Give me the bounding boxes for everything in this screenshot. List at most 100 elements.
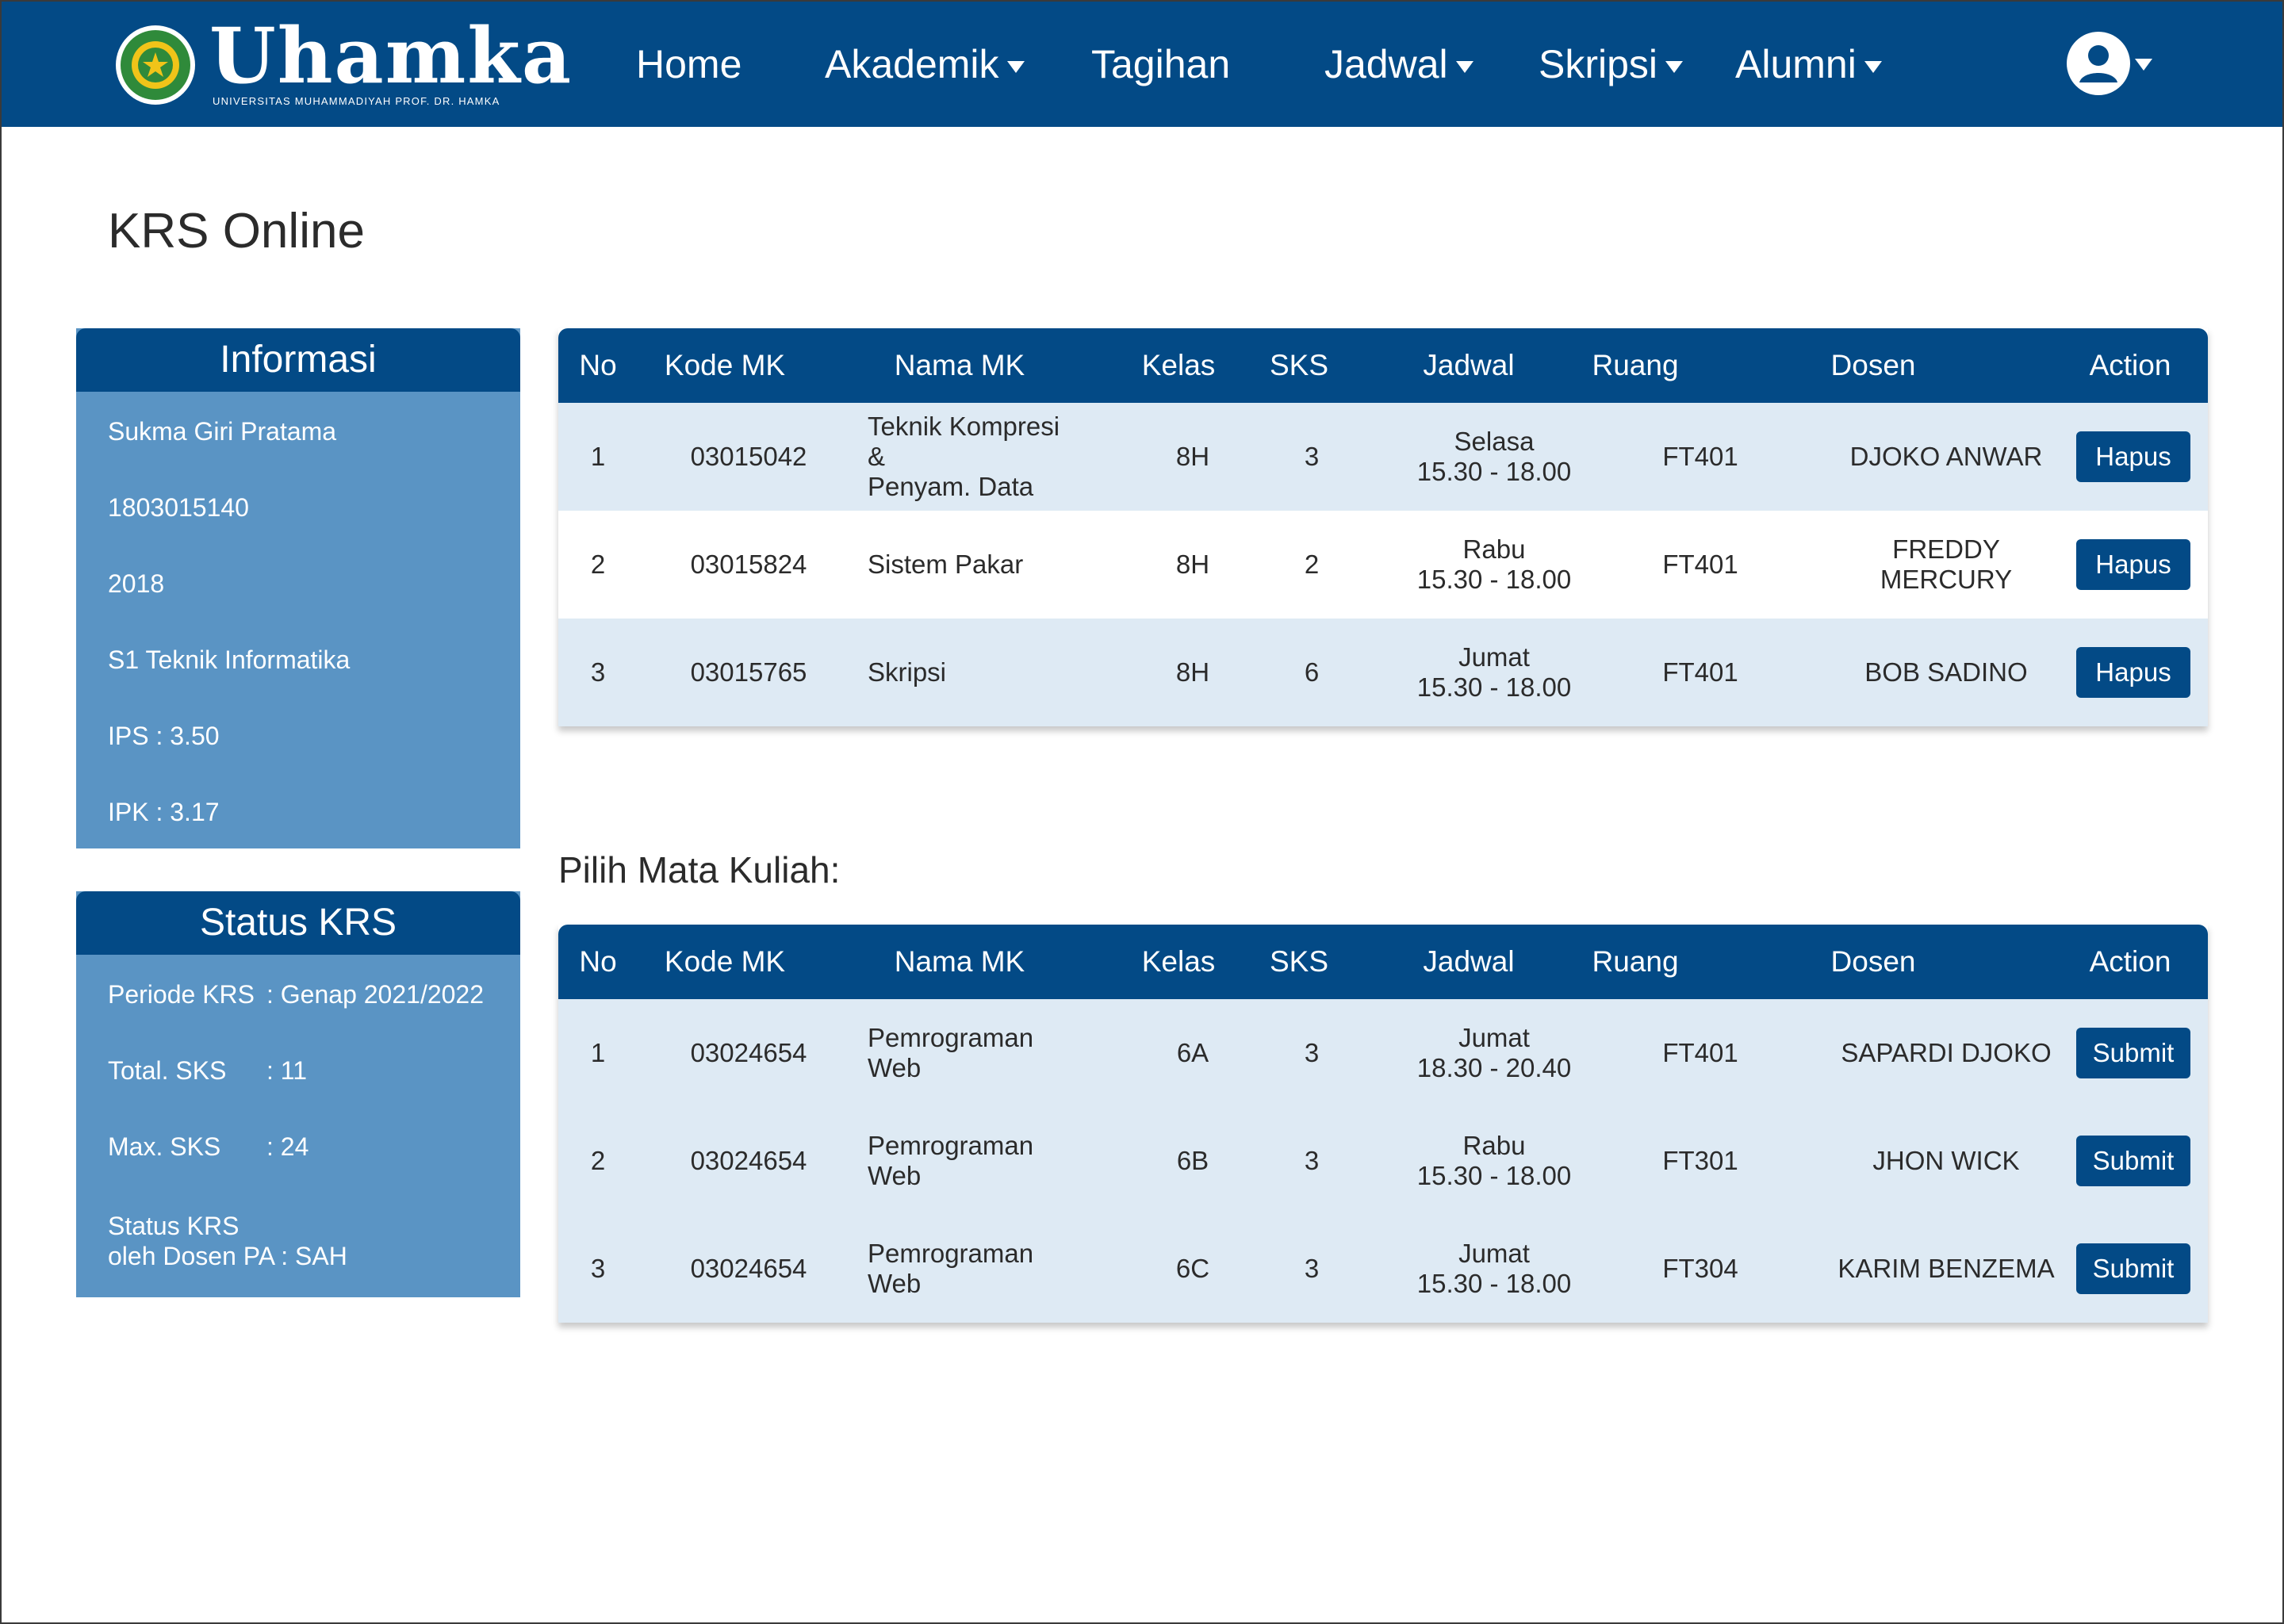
nav-jadwal[interactable]: Jadwal xyxy=(1324,36,1473,92)
cell-kelas-line: 6B xyxy=(1176,1146,1209,1175)
cell-nama-mk-line: Pemrograman Web xyxy=(868,1239,1034,1298)
student-ips: IPS : 3.50 xyxy=(108,722,220,750)
col-action-header: Action xyxy=(2089,349,2171,381)
col-sks-header: SKS xyxy=(1269,945,1329,978)
cell-no: 1 xyxy=(558,403,638,511)
cell-no-line: 1 xyxy=(590,1038,606,1067)
cell-jadwal-line: Jumat xyxy=(1458,1239,1530,1268)
chevron-down-icon xyxy=(1665,61,1684,74)
submit-button[interactable]: Submit xyxy=(2076,1136,2190,1186)
cell-sks: 3 xyxy=(1256,999,1367,1107)
table-header: No Kode MK Nama MK Kelas SKS Jadwal Ruang Dosen… xyxy=(558,328,2208,403)
col-action-header: Action xyxy=(2089,945,2171,978)
cell-kelas-line: 8H xyxy=(1175,442,1210,471)
cell-kelas: 8H xyxy=(1137,403,1248,511)
cell-ruang-line: FT304 xyxy=(1662,1254,1738,1283)
periode-value: : Genap 2021/2022 xyxy=(266,980,485,1009)
cell-kode-mk-line: 03024654 xyxy=(690,1146,807,1175)
cell-ruang-line: FT401 xyxy=(1662,550,1738,579)
cell-no-line: 2 xyxy=(590,550,606,579)
col-kode-header: Kode MK xyxy=(664,945,786,978)
cell-jadwal: Jumat 15.30 - 18.00 xyxy=(1375,1215,1613,1323)
cell-no-line: 3 xyxy=(590,657,606,687)
cell-dosen-line: BOB SADINO xyxy=(1864,657,2028,687)
col-dosen-header: Dosen xyxy=(1830,349,1916,381)
chevron-down-icon xyxy=(1864,61,1882,74)
cell-kelas: 6B xyxy=(1137,1107,1248,1215)
nav-home[interactable]: Home xyxy=(636,36,742,92)
registered-courses-table: No Kode MK Nama MK Kelas SKS Jadwal Ruang Dosen… xyxy=(558,328,2208,726)
cell-jadwal: Rabu 15.30 - 18.00 xyxy=(1375,1107,1613,1215)
cell-sks: 6 xyxy=(1256,619,1367,726)
cell-sks-line: 3 xyxy=(1304,1038,1320,1067)
cell-sks: 2 xyxy=(1256,511,1367,619)
cell-jadwal: Selasa 15.30 - 18.00 xyxy=(1375,403,1613,511)
cell-sks-line: 2 xyxy=(1304,550,1320,579)
status-pa-line2: oleh Dosen PA : SAH xyxy=(108,1242,347,1270)
cell-sks: 3 xyxy=(1256,1215,1367,1323)
nav-jadwal-label: Jadwal xyxy=(1324,42,1448,86)
logo-subtitle: UNIVERSITAS MUHAMMADIYAH PROF. DR. HAMKA xyxy=(213,95,500,107)
hapus-button[interactable]: Hapus xyxy=(2076,647,2190,698)
info-panel: Informasi Sukma Giri Pratama 1803015140 … xyxy=(76,328,520,848)
cell-kode-mk-line: 03015765 xyxy=(690,657,807,687)
cell-nama-mk-line: Skripsi xyxy=(868,657,947,687)
choose-course-title: Pilih Mata Kuliah: xyxy=(558,849,841,891)
nav-skripsi[interactable]: Skripsi xyxy=(1539,36,1684,92)
cell-ruang-line: FT401 xyxy=(1662,657,1738,687)
col-sks-header: SKS xyxy=(1269,349,1329,381)
table-row: 3 03024654 Pemrograman Web 6C 3 Jumat 15.30 - … xyxy=(558,1215,2208,1323)
chevron-down-icon xyxy=(1455,61,1473,74)
cell-sks-line: 6 xyxy=(1304,657,1320,687)
cell-kode-mk: 03024654 xyxy=(653,999,844,1107)
nav-alumni-label: Alumni xyxy=(1735,42,1857,86)
submit-button[interactable]: Submit xyxy=(2076,1243,2190,1294)
cell-jadwal-line: 15.30 - 18.00 xyxy=(1416,565,1572,594)
hapus-button[interactable]: Hapus xyxy=(2076,539,2190,590)
cell-no-line: 1 xyxy=(590,442,606,471)
cell-nama-mk-line: Pemrograman Web xyxy=(868,1023,1034,1082)
cell-jadwal: Jumat 18.30 - 20.40 xyxy=(1375,999,1613,1107)
cell-dosen-line: MERCURY xyxy=(1880,565,2013,594)
cell-nama-mk: Teknik Kompresi & Penyam. Data xyxy=(868,403,1082,511)
col-jadwal-header: Jadwal xyxy=(1423,349,1515,381)
col-ruang-header: Ruang xyxy=(1592,349,1679,381)
cell-jadwal-line: 15.30 - 18.00 xyxy=(1416,1161,1572,1190)
student-nim: 1803015140 xyxy=(108,493,249,522)
cell-sks-line: 3 xyxy=(1304,1146,1320,1175)
chevron-down-icon xyxy=(1006,61,1025,74)
cell-jadwal-line: Rabu xyxy=(1462,534,1526,564)
submit-button[interactable]: Submit xyxy=(2076,1028,2190,1078)
cell-no-line: 2 xyxy=(590,1146,606,1175)
table-row: 1 03024654 Pemrograman Web 6A 3 Jumat 18.30 - … xyxy=(558,999,2208,1107)
nav-akademik-label: Akademik xyxy=(825,42,999,86)
user-menu-chevron-icon[interactable] xyxy=(2135,59,2152,71)
cell-no: 1 xyxy=(558,999,638,1107)
cell-sks-line: 3 xyxy=(1304,1254,1320,1283)
col-nama-header: Nama MK xyxy=(894,349,1025,381)
total-sks-value: : 11 xyxy=(266,1056,307,1085)
cell-jadwal-line: Jumat xyxy=(1458,642,1530,672)
student-ipk: IPK : 3.17 xyxy=(108,798,220,826)
cell-jadwal-line: Jumat xyxy=(1458,1023,1530,1052)
col-kode-header: Kode MK xyxy=(664,349,786,381)
cell-kelas-line: 6A xyxy=(1176,1038,1209,1067)
cell-kelas: 6C xyxy=(1137,1215,1248,1323)
cell-kelas-line: 8H xyxy=(1175,550,1210,579)
cell-nama-mk-line: Teknik Kompresi & xyxy=(868,412,1060,471)
cell-ruang-line: FT301 xyxy=(1662,1146,1738,1175)
cell-jadwal-line: 15.30 - 18.00 xyxy=(1416,672,1572,702)
nav-alumni[interactable]: Alumni xyxy=(1735,36,1882,92)
user-circle-icon[interactable] xyxy=(2067,32,2130,95)
cell-jadwal-line: Rabu xyxy=(1462,1131,1526,1160)
cell-nama-mk: Sistem Pakar xyxy=(868,511,1082,619)
periode-key: Periode KRS xyxy=(108,980,255,1009)
table-row: 2 03015824 Sistem Pakar 8H 2 Rabu 15.30 - 18.0… xyxy=(558,511,2208,619)
nav-tagihan[interactable]: Tagihan xyxy=(1091,36,1230,92)
cell-no: 2 xyxy=(558,1107,638,1215)
cell-kode-mk: 03015765 xyxy=(653,619,844,726)
nav-akademik[interactable]: Akademik xyxy=(825,36,1025,92)
hapus-button[interactable]: Hapus xyxy=(2076,431,2190,482)
col-nama-header: Nama MK xyxy=(894,945,1025,978)
nav-tagihan-label: Tagihan xyxy=(1091,42,1231,86)
